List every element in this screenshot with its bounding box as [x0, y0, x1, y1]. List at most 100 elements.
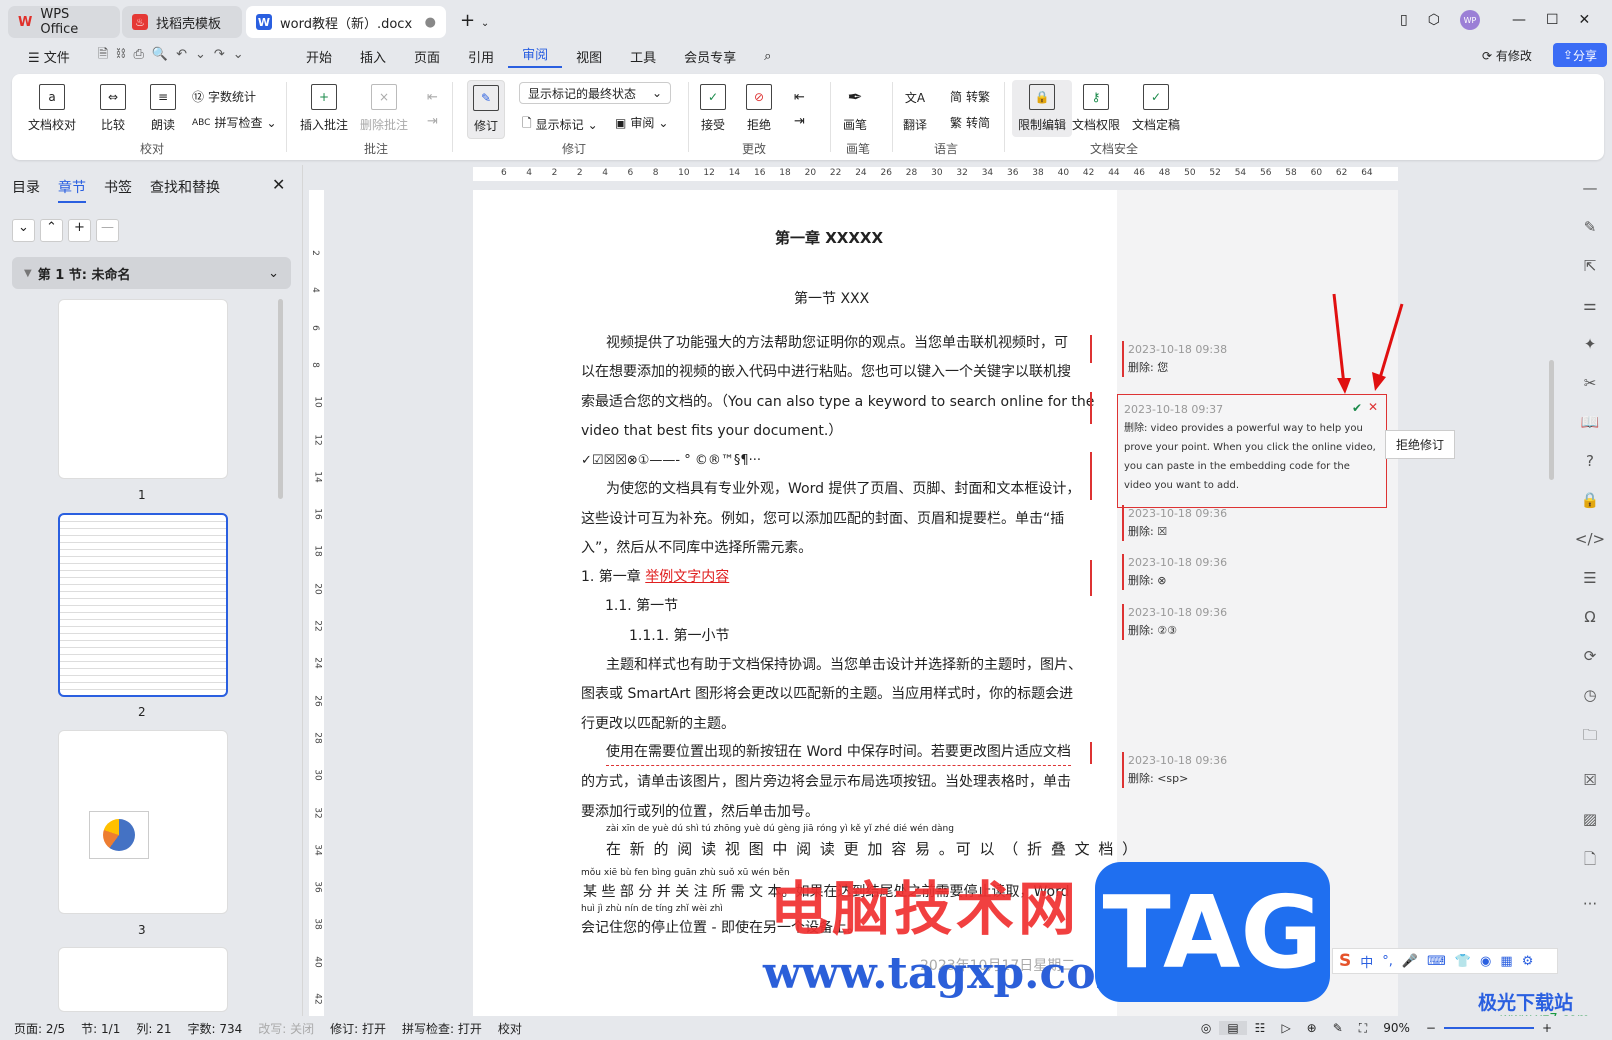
restrict-editing-button[interactable]: 🔒 限制编辑	[1012, 80, 1073, 137]
tools-icon[interactable]: ✂	[1584, 374, 1597, 392]
folder-icon[interactable]: 🗀	[1582, 725, 1597, 750]
revision-balloon[interactable]: 2023-10-18 09:36 删除: ☒	[1122, 505, 1227, 541]
menu-view[interactable]: 视图	[562, 47, 616, 66]
revision-balloon[interactable]: 2023-10-18 09:36 删除: <sp>	[1122, 752, 1227, 788]
zoom-out-icon[interactable]: −	[1418, 1021, 1444, 1035]
history-icon[interactable]: ◷	[1583, 686, 1596, 704]
pen-mode-icon[interactable]: ✎	[1325, 1021, 1351, 1035]
keyboard-icon[interactable]: ⌨	[1427, 954, 1446, 969]
section-item[interactable]: ▼ 第 1 节: 未命名 ⌄	[12, 257, 291, 289]
expand-down-button[interactable]: ⌄	[12, 219, 35, 242]
unsaved-dot-icon[interactable]: ●	[425, 15, 436, 30]
status-page[interactable]: 页面: 2/5	[0, 1020, 73, 1037]
page-thumbnail-2[interactable]	[58, 513, 228, 697]
status-column[interactable]: 列: 21	[128, 1020, 179, 1037]
page-thumbnail-3[interactable]	[58, 730, 228, 914]
ime-lang[interactable]: 中	[1360, 952, 1373, 971]
punct-icon[interactable]: °,	[1382, 954, 1393, 969]
collapse-icon[interactable]: —	[1583, 179, 1598, 197]
edit-icon[interactable]: ✎	[1584, 218, 1597, 236]
game-icon[interactable]: ◉	[1480, 954, 1491, 969]
settings-icon[interactable]: ⚙	[1522, 954, 1534, 969]
insert-comment-button[interactable]: + 插入批注	[300, 84, 348, 133]
translate-button[interactable]: 文A 翻译	[902, 84, 928, 133]
lock-icon[interactable]: 🔒	[1581, 491, 1600, 509]
maximize-icon[interactable]: ☐	[1546, 12, 1559, 28]
status-section[interactable]: 节: 1/1	[73, 1020, 128, 1037]
document-scrollbar[interactable]	[1549, 360, 1554, 480]
page-view-icon[interactable]: ▤	[1219, 1021, 1247, 1035]
menu-insert[interactable]: 插入	[346, 47, 400, 66]
image-icon[interactable]: ▨	[1583, 810, 1597, 828]
help-icon[interactable]: ?	[1586, 452, 1594, 470]
revision-balloon[interactable]: 2023-10-18 09:38 删除: 您	[1122, 341, 1227, 377]
avatar[interactable]: WP	[1459, 10, 1480, 30]
page-thumbnail-4[interactable]	[58, 947, 228, 1012]
read-aloud-button[interactable]: ≡ 朗读	[150, 84, 176, 133]
revision-balloon[interactable]: 2023-10-18 09:36 删除: ⊗	[1122, 554, 1227, 590]
eye-icon[interactable]: ◎	[1193, 1021, 1219, 1035]
doc-icon[interactable]: 🗋	[1584, 849, 1596, 874]
vertical-ruler[interactable]: 2 4 6 8 10 12 14 16 18 20 22 24 26 28 30 32 34 36 38 40 42	[309, 190, 324, 1016]
tab-templates[interactable]: ♨ 找稻壳模板	[122, 6, 242, 38]
minimize-icon[interactable]: —	[1512, 12, 1526, 28]
revision-balloon[interactable]: 2023-10-18 09:36 删除: ②③	[1122, 604, 1227, 640]
doc-permission-button[interactable]: ⚷ 文档权限	[1072, 84, 1120, 133]
select-icon[interactable]: ⇱	[1584, 257, 1597, 275]
markup-display-select[interactable]: 显示标记的最终状态 ⌄	[519, 82, 671, 104]
review-pane-button[interactable]: ▣ 审阅 ⌄	[615, 114, 668, 131]
tab-bookmarks[interactable]: 书签	[104, 177, 132, 203]
collapse-up-button[interactable]: ⌃	[40, 219, 63, 242]
to-simplified-button[interactable]: 繁转简	[950, 114, 990, 131]
show-markup-button[interactable]: 🗋 显示标记 ⌄	[522, 114, 598, 135]
cube-icon[interactable]: ⬡	[1428, 12, 1440, 28]
panel-scrollbar[interactable]	[278, 299, 283, 499]
box-icon[interactable]: ☒	[1583, 771, 1596, 789]
mobile-icon[interactable]: ▯	[1400, 12, 1408, 28]
omega-icon[interactable]: Ω	[1584, 608, 1595, 626]
file-menu[interactable]: ☰ 文件	[14, 47, 84, 66]
status-track-changes[interactable]: 修订: 打开	[322, 1020, 394, 1037]
spell-check-button[interactable]: ABC 拼写检查 ⌄	[192, 114, 277, 131]
ai-icon[interactable]: ✦	[1584, 335, 1597, 353]
status-overwrite[interactable]: 改写: 关闭	[250, 1020, 322, 1037]
menu-vip[interactable]: 会员专享	[670, 47, 750, 66]
zoom-slider[interactable]	[1443, 1027, 1534, 1029]
modified-indicator[interactable]: ⟳ 有修改	[1482, 47, 1532, 64]
tab-document[interactable]: Wword教程（新）.docx ●	[246, 6, 446, 38]
search-icon[interactable]: ⌕	[750, 49, 785, 64]
accept-button[interactable]: ✓ 接受	[700, 84, 726, 133]
reject-button[interactable]: ⊘ 拒绝	[746, 84, 772, 133]
horizontal-ruler[interactable]: 6 4 2 2 4 6 8 10 12 14 16 18 20 22 24 26 28 30 32 34 36 38 40 4…	[473, 167, 1398, 181]
zoom-level[interactable]: 90%	[1375, 1021, 1418, 1035]
status-spell-check[interactable]: 拼写检查: 打开	[394, 1020, 490, 1037]
menu-review[interactable]: 审阅	[508, 44, 563, 68]
close-window-icon[interactable]: ✕	[1579, 12, 1591, 28]
status-word-count[interactable]: 字数: 734	[179, 1020, 250, 1037]
new-tab-button[interactable]: + ⌄	[460, 10, 489, 31]
menu-start[interactable]: 开始	[292, 47, 346, 66]
mic-icon[interactable]: 🎤	[1402, 954, 1418, 969]
add-section-button[interactable]: +	[68, 219, 91, 242]
prev-next-comment-icon[interactable]: ⇤ ⇥	[427, 86, 438, 134]
tab-sections[interactable]: 章节	[58, 177, 86, 203]
menu-tools[interactable]: 工具	[616, 47, 670, 66]
tab-toc[interactable]: 目录	[12, 177, 40, 203]
close-panel-icon[interactable]: ✕	[272, 175, 285, 194]
prev-next-change-icon[interactable]: ⇤ ⇥	[794, 86, 805, 134]
reject-revision-icon[interactable]: ✕	[1368, 398, 1378, 417]
code-icon[interactable]: </>	[1575, 530, 1605, 548]
fit-icon[interactable]: ⛶	[1351, 1021, 1375, 1036]
compare-button[interactable]: ⇔ 比较	[100, 84, 126, 133]
book-icon[interactable]: 📖	[1581, 413, 1600, 431]
outline-view-icon[interactable]: ☷	[1247, 1021, 1274, 1035]
remove-section-button[interactable]: —	[96, 219, 119, 242]
tab-wps-office[interactable]: W WPS Office	[8, 6, 120, 38]
delete-comment-button[interactable]: × 删除批注	[360, 84, 408, 133]
share-button[interactable]: ⇪ 分享	[1553, 43, 1607, 67]
play-icon[interactable]: ▷	[1273, 1021, 1298, 1035]
track-changes-button[interactable]: ✎ 修订	[467, 80, 505, 139]
more-icon[interactable]: ···	[1583, 895, 1597, 913]
tab-find-replace[interactable]: 查找和替换	[150, 177, 220, 203]
zoom-in-icon[interactable]: +	[1534, 1021, 1612, 1035]
